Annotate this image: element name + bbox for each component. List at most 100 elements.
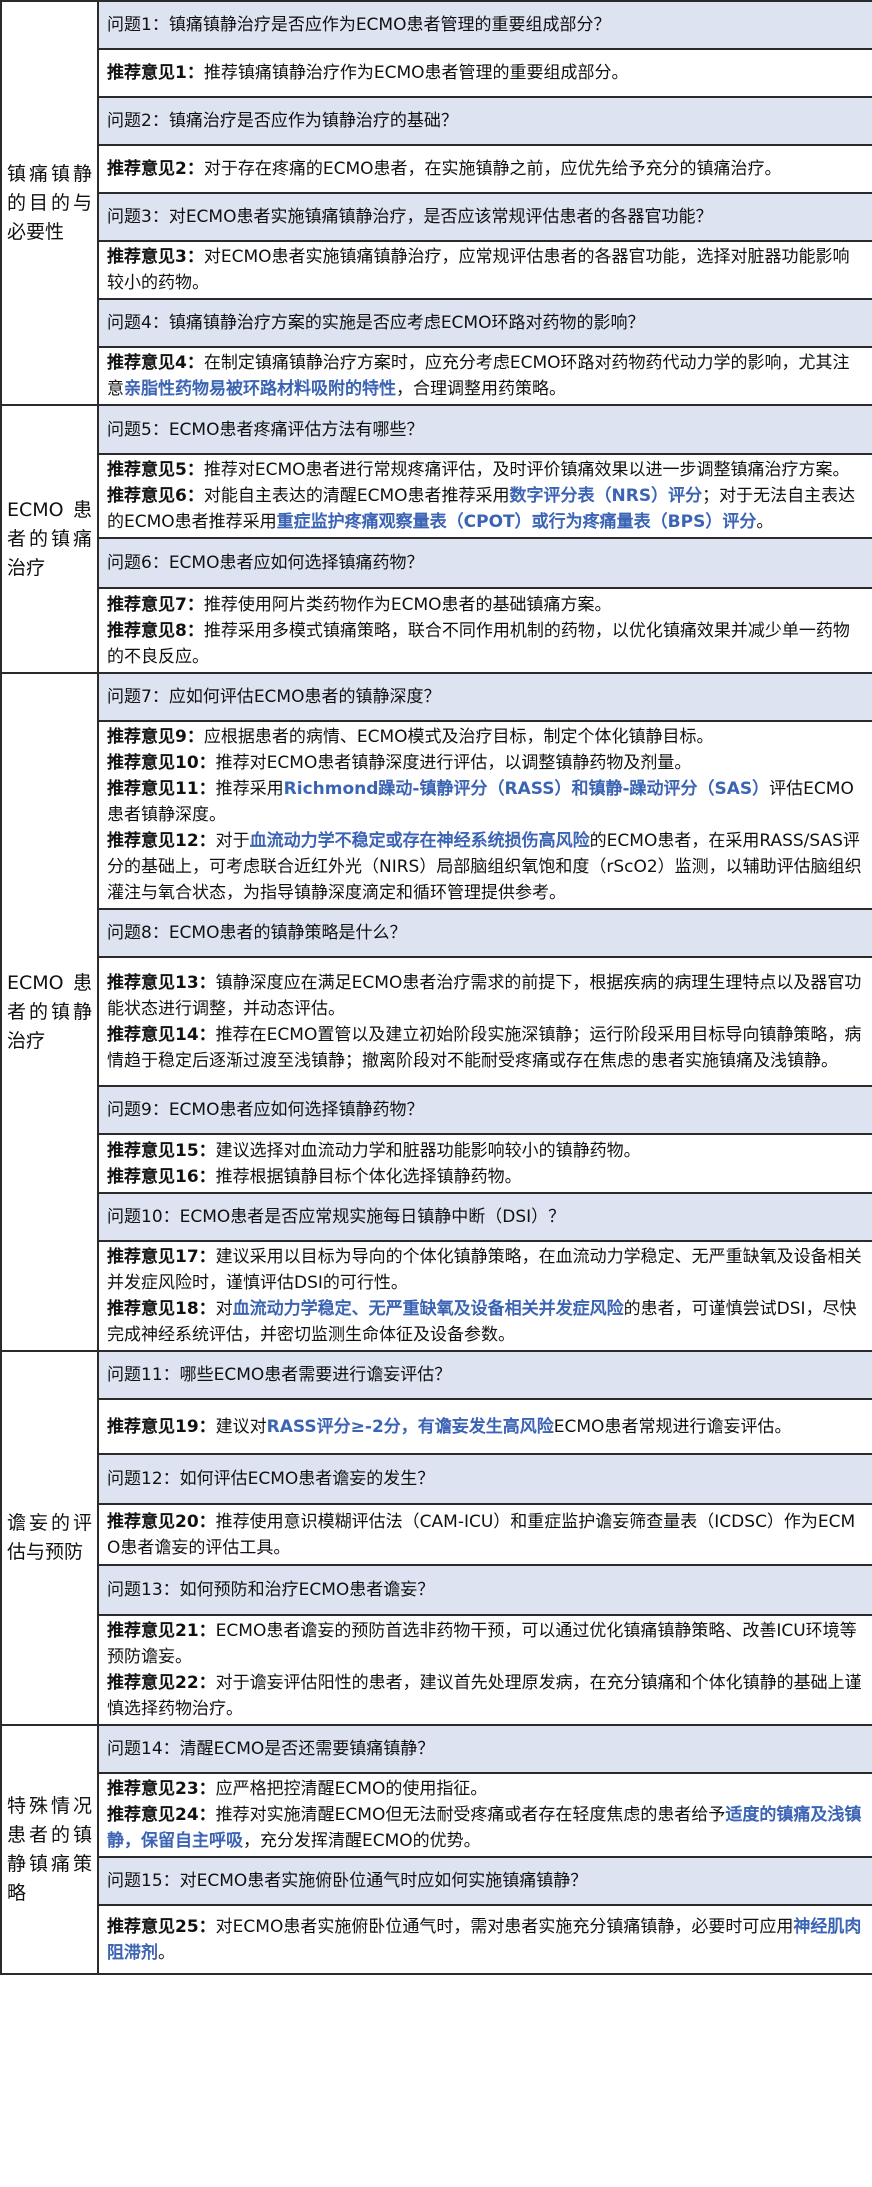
highlighted-text: 数字评分表（NRS）评分	[509, 486, 703, 506]
recommendation-label: 推荐意见17：	[107, 1247, 216, 1267]
recommendation-cell: 推荐意见20：推荐使用意识模糊评估法（CAM-ICU）和重症监护谵妄筛查量表（I…	[97, 1503, 872, 1566]
question-cell: 问题15：对ECMO患者实施俯卧位通气时应如何实施镇痛镇静？	[97, 1856, 872, 1906]
recommendation-text: 镇静深度应在满足ECMO患者治疗需求的前提下，根据疾病的病理生理特点以及器官功能…	[107, 972, 862, 1019]
recommendation-label: 推荐意见13：	[107, 972, 216, 993]
recommendation-cell: 推荐意见1：推荐镇痛镇静治疗作为ECMO患者管理的重要组成部分。	[97, 48, 872, 98]
recommendation-label: 推荐意见19：	[107, 1416, 216, 1437]
question-cell: 问题12：如何评估ECMO患者谵妄的发生？	[97, 1453, 872, 1505]
recommendation-item: 推荐意见20：推荐使用意识模糊评估法（CAM-ICU）和重症监护谵妄筛查量表（I…	[107, 1509, 864, 1561]
recommendation-item: 推荐意见6：对能自主表达的清醒ECMO患者推荐采用数字评分表（NRS）评分；对于…	[107, 483, 864, 535]
question-cell: 问题10：ECMO患者是否应常规实施每日镇静中断（DSI）？	[97, 1192, 872, 1242]
recommendation-item: 推荐意见5：推荐对ECMO患者进行常规疼痛评估，及时评价镇痛效果以进一步调整镇痛…	[107, 457, 864, 483]
recommendation-label: 推荐意见18：	[107, 1299, 216, 1319]
recommendation-text: 对ECMO患者实施镇痛镇静治疗，应常规评估患者的各器官功能，选择对脏器功能影响较…	[107, 247, 850, 293]
recommendation-item: 推荐意见22：对于谵妄评估阳性的患者，建议首先处理原发病，在充分镇痛和个体化镇静…	[107, 1670, 864, 1722]
recommendation-text: 对于谵妄评估阳性的患者，建议首先处理原发病，在充分镇痛和个体化镇静的基础上谨慎选…	[107, 1673, 862, 1719]
recommendation-text: 推荐对ECMO患者进行常规疼痛评估，及时评价镇痛效果以进一步调整镇痛治疗方案。	[203, 460, 850, 480]
recommendation-text: 应严格把控清醒ECMO的使用指征。	[215, 1779, 488, 1799]
highlighted-text: 血流动力学稳定、无严重缺氧及设备相关并发症风险	[232, 1299, 624, 1319]
recommendation-text: 推荐在ECMO置管以及建立初始阶段实施深镇静；运行阶段采用目标导向镇静策略，病情…	[107, 1024, 862, 1071]
category-cell: ECMO患者的镇静治疗	[0, 672, 99, 1352]
recommendation-item: 推荐意见4：在制定镇痛镇静治疗方案时，应充分考虑ECMO环路对药物药代动力学的影…	[107, 350, 864, 402]
recommendation-label: 推荐意见1：	[107, 63, 204, 83]
recommendation-text: 对ECMO患者实施俯卧位通气时，需对患者实施充分镇痛镇静，必要时可应用	[215, 1916, 794, 1937]
highlighted-text: RASS评分≥-2分，有谵妄发生高风险	[266, 1416, 554, 1437]
recommendation-row: 推荐意见15：建议选择对血流动力学和脏器功能影响较小的镇静药物。 推荐意见16：推…	[1, 1133, 872, 1194]
recommendation-item: 推荐意见24：推荐对实施清醒ECMO但无法耐受疼痛或者存在轻度焦虑的患者给予适度…	[107, 1802, 864, 1854]
recommendation-item: 推荐意见3：对ECMO患者实施镇痛镇静治疗，应常规评估患者的各器官功能，选择对脏…	[107, 244, 864, 296]
recommendation-label: 推荐意见4：	[107, 353, 204, 373]
question-cell: 问题6：ECMO患者应如何选择镇痛药物？	[97, 537, 872, 589]
highlighted-text: 血流动力学不稳定或存在神经系统损伤高风险	[249, 831, 590, 851]
question-row: 特殊情况患者的镇静镇痛策略 问题14：清醒ECMO是否还需要镇痛镇静？	[0, 1724, 872, 1975]
recommendation-item: 推荐意见9：应根据患者的病情、ECMO模式及治疗目标，制定个体化镇静目标。	[107, 724, 864, 750]
recommendation-text: 推荐根据镇静目标个体化选择镇静药物。	[215, 1166, 522, 1187]
recommendation-text: 对能自主表达的清醒ECMO患者推荐采用	[203, 486, 510, 506]
question-cell: 问题1：镇痛镇静治疗是否应作为ECMO患者管理的重要组成部分？	[97, 0, 872, 50]
recommendation-text: 推荐使用阿片类药物作为ECMO患者的基础镇痛方案。	[203, 594, 612, 615]
question-cell: 问题14：清醒ECMO是否还需要镇痛镇静？	[97, 1724, 872, 1774]
recommendation-item: 推荐意见23：应严格把控清醒ECMO的使用指征。	[107, 1776, 864, 1802]
category-cell: ECMO患者的镇痛治疗	[0, 404, 99, 674]
guideline-table-container: 镇痛镇静的目的与必要性 问题1：镇痛镇静治疗是否应作为ECMO患者管理的重要组成部…	[0, 0, 872, 1975]
recommendation-text: 建议选择对血流动力学和脏器功能影响较小的镇静药物。	[215, 1140, 641, 1161]
recommendation-label: 推荐意见24：	[107, 1805, 216, 1825]
recommendation-text: 。	[158, 1942, 175, 1963]
highlighted-text: 亲脂性药物易被环路材料吸附的特性	[124, 379, 396, 399]
recommendation-label: 推荐意见14：	[107, 1024, 216, 1045]
recommendation-label: 推荐意见21：	[107, 1621, 216, 1641]
recommendation-cell: 推荐意见21：ECMO患者谵妄的预防首选非药物干预，可以通过优化镇痛镇静策略、改…	[97, 1614, 872, 1726]
recommendation-text: 推荐镇痛镇静治疗作为ECMO患者管理的重要组成部分。	[203, 63, 629, 83]
recommendation-row: 推荐意见13：镇静深度应在满足ECMO患者治疗需求的前提下，根据疾病的病理生理特…	[1, 956, 872, 1087]
recommendation-row: 推荐意见23：应严格把控清醒ECMO的使用指征。 推荐意见24：推荐对实施清醒EC…	[1, 1772, 872, 1858]
recommendation-row: 推荐意见20：推荐使用意识模糊评估法（CAM-ICU）和重症监护谵妄筛查量表（I…	[1, 1503, 872, 1566]
recommendation-item: 推荐意见18：对血流动力学稳定、无严重缺氧及设备相关并发症风险的患者，可谨慎尝试…	[107, 1296, 864, 1348]
recommendation-item: 推荐意见2：对于存在疼痛的ECMO患者，在实施镇静之前，应优先给予充分的镇痛治疗…	[107, 156, 864, 182]
recommendation-row: 推荐意见1：推荐镇痛镇静治疗作为ECMO患者管理的重要组成部分。	[1, 48, 872, 98]
category-cell: 特殊情况患者的镇静镇痛策略	[0, 1724, 99, 1975]
question-row: 问题2：镇痛治疗是否应作为镇静治疗的基础？	[1, 96, 872, 146]
question-row: 问题6：ECMO患者应如何选择镇痛药物？	[1, 537, 872, 589]
recommendation-label: 推荐意见12：	[107, 831, 216, 851]
recommendation-item: 推荐意见19：建议对RASS评分≥-2分，有谵妄发生高风险ECMO患者常规进行谵…	[107, 1414, 864, 1440]
question-row: 问题15：对ECMO患者实施俯卧位通气时应如何实施镇痛镇静？	[1, 1856, 872, 1906]
recommendation-label: 推荐意见23：	[107, 1779, 216, 1799]
question-cell: 问题9：ECMO患者应如何选择镇静药物？	[97, 1085, 872, 1135]
recommendation-cell: 推荐意见15：建议选择对血流动力学和脏器功能影响较小的镇静药物。 推荐意见16：推…	[97, 1133, 872, 1194]
recommendation-item: 推荐意见16：推荐根据镇静目标个体化选择镇静药物。	[107, 1164, 864, 1190]
question-row: 问题8：ECMO患者的镇静策略是什么？	[1, 908, 872, 958]
recommendation-text: ECMO患者谵妄的预防首选非药物干预，可以通过优化镇痛镇静策略、改善ICU环境等…	[107, 1621, 857, 1667]
question-row: 问题13：如何预防和治疗ECMO患者谵妄？	[1, 1564, 872, 1616]
recommendation-item: 推荐意见7：推荐使用阿片类药物作为ECMO患者的基础镇痛方案。	[107, 592, 864, 618]
question-cell: 问题8：ECMO患者的镇静策略是什么？	[97, 908, 872, 958]
recommendation-label: 推荐意见15：	[107, 1140, 216, 1161]
category-cell: 谵妄的评估与预防	[0, 1350, 99, 1726]
recommendation-text: 对于	[215, 831, 250, 851]
recommendation-item: 推荐意见14：推荐在ECMO置管以及建立初始阶段实施深镇静；运行阶段采用目标导向…	[107, 1022, 864, 1074]
recommendation-row: 推荐意见21：ECMO患者谵妄的预防首选非药物干预，可以通过优化镇痛镇静策略、改…	[1, 1614, 872, 1726]
recommendation-label: 推荐意见25：	[107, 1916, 216, 1937]
question-row: 问题4：镇痛镇静治疗方案的实施是否应考虑ECMO环路对药物的影响？	[1, 298, 872, 348]
question-cell: 问题7：应如何评估ECMO患者的镇静深度？	[97, 672, 872, 722]
recommendation-cell: 推荐意见25：对ECMO患者实施俯卧位通气时，需对患者实施充分镇痛镇静，必要时可…	[97, 1904, 872, 1975]
recommendation-label: 推荐意见5：	[107, 460, 204, 480]
recommendation-text: ECMO患者常规进行谵妄评估。	[553, 1416, 792, 1437]
recommendation-label: 推荐意见11：	[107, 779, 216, 799]
highlighted-text: 重症监护疼痛观察量表（CPOT）或行为疼痛量表（BPS）评分	[276, 512, 757, 532]
recommendation-label: 推荐意见10：	[107, 753, 216, 773]
recommendation-label: 推荐意见3：	[107, 247, 204, 267]
recommendation-text: 建议对	[215, 1416, 267, 1437]
recommendation-text: 对	[215, 1299, 233, 1319]
question-row: 问题3：对ECMO患者实施镇痛镇静治疗，是否应该常规评估患者的各器官功能？	[1, 192, 872, 242]
recommendation-cell: 推荐意见17：建议采用以目标为导向的个体化镇静策略，在血流动力学稳定、无严重缺氧…	[97, 1240, 872, 1352]
recommendation-cell: 推荐意见5：推荐对ECMO患者进行常规疼痛评估，及时评价镇痛效果以进一步调整镇痛…	[97, 453, 872, 539]
recommendation-item: 推荐意见11：推荐采用Richmond躁动-镇静评分（RASS）和镇静-躁动评分…	[107, 776, 864, 828]
recommendation-row: 推荐意见2：对于存在疼痛的ECMO患者，在实施镇静之前，应优先给予充分的镇痛治疗…	[1, 144, 872, 194]
recommendation-item: 推荐意见13：镇静深度应在满足ECMO患者治疗需求的前提下，根据疾病的病理生理特…	[107, 970, 864, 1022]
recommendation-text: 推荐对ECMO患者镇静深度进行评估，以调整镇静药物及剂量。	[215, 753, 692, 773]
recommendation-item: 推荐意见15：建议选择对血流动力学和脏器功能影响较小的镇静药物。	[107, 1138, 864, 1164]
question-row: 问题9：ECMO患者应如何选择镇静药物？	[1, 1085, 872, 1135]
recommendation-label: 推荐意见16：	[107, 1166, 216, 1187]
recommendation-text: ，合理调整用药策略。	[396, 379, 566, 399]
recommendation-label: 推荐意见7：	[107, 594, 204, 615]
